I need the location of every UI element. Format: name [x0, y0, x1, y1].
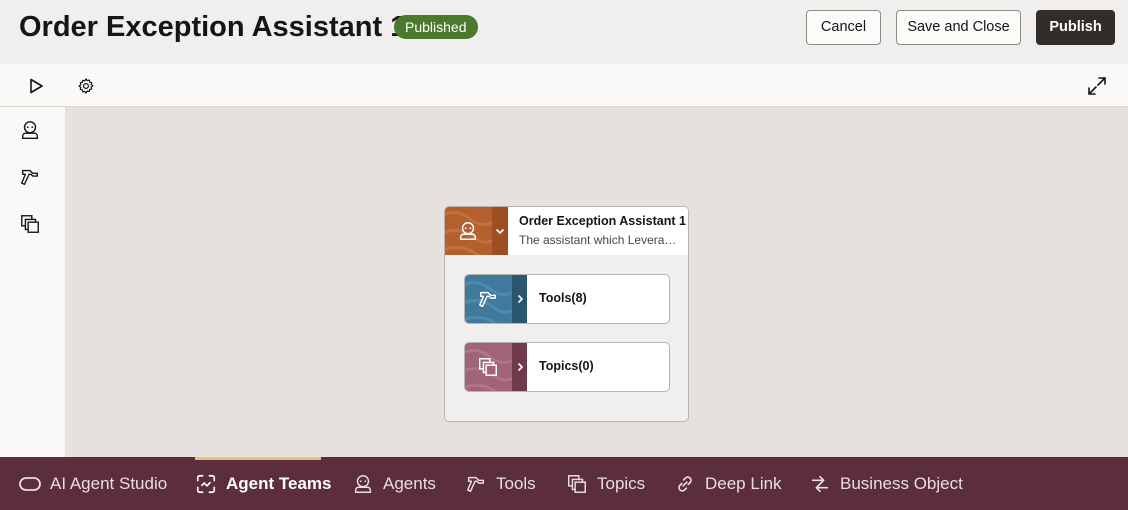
- nav-label: Agents: [383, 473, 436, 493]
- tool-hammer-icon[interactable]: [17, 164, 43, 190]
- topics-node-label: Topics(0): [539, 359, 594, 373]
- nav-topics[interactable]: Topics: [566, 457, 645, 510]
- nav-tools[interactable]: Tools: [465, 457, 536, 510]
- nav-ai-agent-studio[interactable]: AI Agent Studio: [19, 457, 167, 510]
- nav-agent-teams[interactable]: Agent Teams: [195, 457, 332, 510]
- agent-card-header: Order Exception Assistant 1 The assistan…: [445, 207, 688, 255]
- tools-node-icon-tile: [465, 275, 512, 323]
- tools-node-label: Tools(8): [539, 291, 587, 305]
- publish-button[interactable]: Publish: [1036, 10, 1115, 45]
- nav-label: Tools: [496, 473, 536, 493]
- nav-label: Business Object: [840, 473, 963, 493]
- agent-teams-icon: [195, 473, 217, 495]
- topics-node-icon-tile: [465, 343, 512, 391]
- bottom-navigation: AI Agent Studio Agent Teams Agents Tools: [0, 457, 1128, 510]
- tool-hammer-icon: [465, 473, 487, 495]
- nav-label: AI Agent Studio: [50, 473, 168, 493]
- agent-icon[interactable]: [17, 117, 43, 143]
- chevron-right-icon[interactable]: [512, 275, 527, 323]
- topics-icon: [566, 473, 588, 495]
- link-icon: [674, 473, 696, 495]
- gear-icon[interactable]: [73, 73, 99, 99]
- topics-icon[interactable]: [17, 211, 43, 237]
- nav-business-object[interactable]: Business Object: [809, 457, 963, 510]
- agent-card-subtitle: The assistant which Leverages the tools …: [519, 233, 679, 247]
- topics-icon: [477, 356, 499, 383]
- status-badge: Published: [394, 15, 478, 39]
- left-sidebar: [0, 107, 66, 457]
- topics-node[interactable]: Topics(0): [464, 342, 670, 392]
- expand-icon[interactable]: [1084, 73, 1110, 99]
- agent-icon: [352, 473, 374, 495]
- agent-card-title: Order Exception Assistant 1: [519, 214, 686, 228]
- chevron-right-icon[interactable]: [512, 343, 527, 391]
- nav-deep-link[interactable]: Deep Link: [674, 457, 782, 510]
- nav-label: Deep Link: [705, 473, 782, 493]
- tools-node[interactable]: Tools(8): [464, 274, 670, 324]
- cancel-button[interactable]: Cancel: [806, 10, 881, 45]
- canvas-toolbar: [0, 64, 1128, 107]
- play-icon[interactable]: [23, 73, 49, 99]
- nav-agents[interactable]: Agents: [352, 457, 436, 510]
- nav-label: Agent Teams: [226, 473, 332, 493]
- page-header: Order Exception Assistant 1 Published Ca…: [0, 0, 1128, 64]
- agent-card[interactable]: Order Exception Assistant 1 The assistan…: [444, 206, 689, 422]
- agent-card-icon-tile: [445, 207, 492, 255]
- save-and-close-button[interactable]: Save and Close: [896, 10, 1021, 45]
- chevron-down-icon[interactable]: [492, 207, 508, 255]
- tool-hammer-icon: [477, 288, 499, 315]
- page-title: Order Exception Assistant 1: [19, 11, 407, 43]
- agent-icon: [457, 220, 479, 247]
- nav-label: Topics: [597, 473, 646, 493]
- business-object-icon: [809, 473, 831, 495]
- pill-icon: [19, 473, 41, 495]
